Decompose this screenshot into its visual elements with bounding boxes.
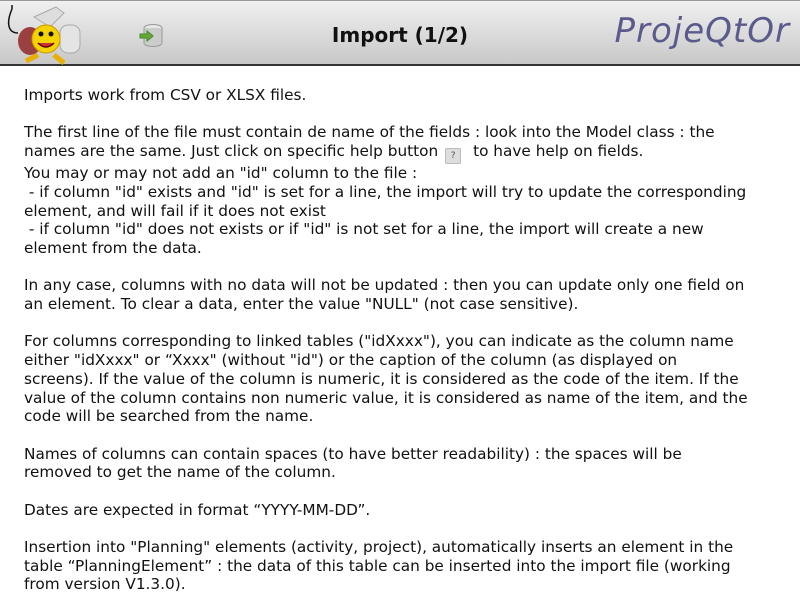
text-line: names are the same. Just click on specif… <box>24 142 748 165</box>
brand-logo-text: ProjeQtOr <box>614 11 790 51</box>
header-bar: Import (1/2) ProjeQtOr <box>0 0 800 66</box>
text-line: screens). If the value of the column is … <box>24 369 739 388</box>
paragraph-dates: Dates are expected in format “YYYY-MM-DD… <box>24 501 748 520</box>
text-segment: names are the same. Just click on specif… <box>24 142 439 161</box>
text-line: For columns corresponding to linked tabl… <box>24 332 734 351</box>
text-line: Insertion into "Planning" elements (acti… <box>24 538 734 557</box>
text-line: from version V1.3.0). <box>24 575 186 594</box>
text-line: value of the column contains non numeric… <box>24 388 748 407</box>
text-line: Imports work from CSV or XLSX files. <box>24 86 307 104</box>
text-line: table “PlanningElement” : the data of th… <box>24 556 731 575</box>
text-line: an element. To clear a data, enter the v… <box>24 295 579 313</box>
paragraph-planning: Insertion into "Planning" elements (acti… <box>24 538 748 594</box>
text-line: In any case, columns with no data will n… <box>24 276 745 295</box>
text-line: - if column "id" exists and "id" is set … <box>24 182 747 201</box>
text-line: Dates are expected in format “YYYY-MM-DD… <box>24 500 371 519</box>
paragraph-column-names: Names of columns can contain spaces (to … <box>24 445 748 482</box>
text-line: element, and will fail if it does not ex… <box>24 201 326 220</box>
paragraph-formats: Imports work from CSV or XLSX files. <box>24 86 748 105</box>
text-line: Names of columns can contain spaces (to … <box>24 444 682 463</box>
text-line: either "idXxxx" or “Xxxx" (without "id")… <box>24 351 678 370</box>
help-button-icon[interactable]: ? <box>445 148 462 165</box>
text-line: code will be searched from the name. <box>24 407 314 426</box>
text-line: removed to get the name of the column. <box>24 463 336 482</box>
text-line: The first line of the file must contain … <box>24 123 715 142</box>
paragraph-linked-tables: For columns corresponding to linked tabl… <box>24 332 748 426</box>
paragraph-empty-columns: In any case, columns with no data will n… <box>24 276 748 313</box>
text-line: element from the data. <box>24 238 202 257</box>
paragraph-first-line: The first line of the file must contain … <box>24 123 748 257</box>
import-help-text: Imports work from CSV or XLSX files. The… <box>24 86 748 613</box>
text-segment: to have help on fields. <box>473 142 644 161</box>
text-line: You may or may not add an "id" column to… <box>24 164 418 183</box>
text-line: - if column "id" does not exists or if "… <box>24 220 704 239</box>
